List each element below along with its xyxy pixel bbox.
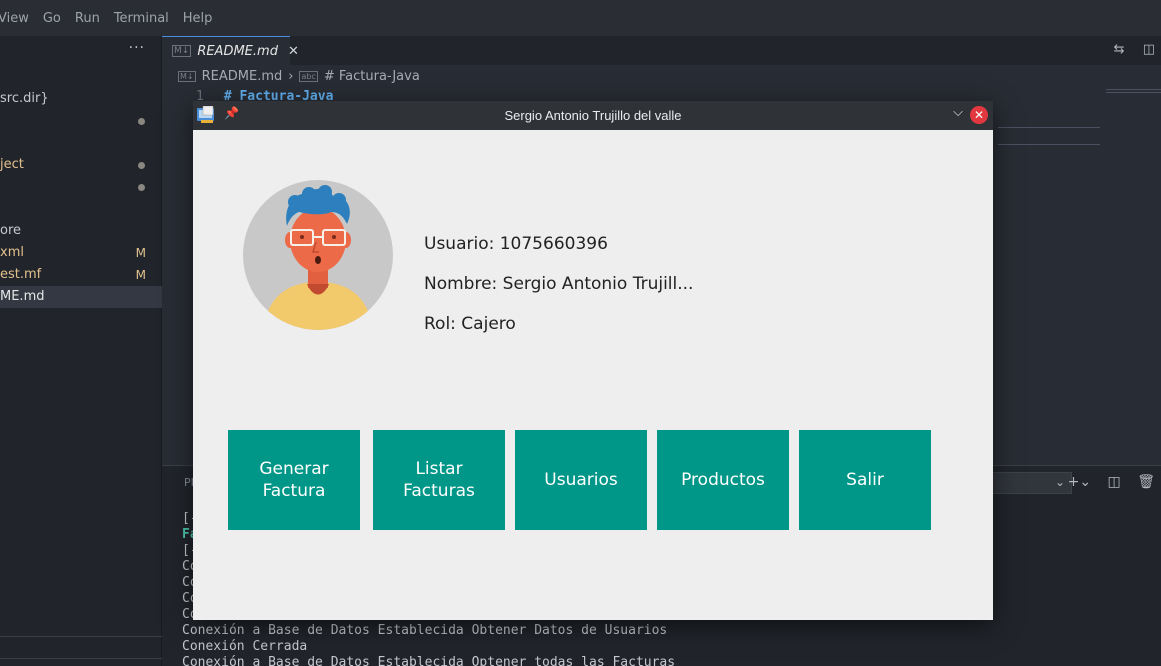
more-actions-button[interactable]: ··· (129, 40, 145, 56)
explorer-item[interactable]: est.mf M (0, 264, 162, 286)
user-role-label: Rol: Cajero (424, 314, 516, 334)
editor-tab-bar: M↓ README.md ✕ ⇆ ◫ (162, 36, 1161, 65)
split-editor-icon[interactable]: ◫ (1143, 42, 1155, 57)
sidebar-divider (0, 658, 162, 659)
breadcrumb-separator: › (288, 69, 294, 84)
explorer-item[interactable]: ject (0, 154, 162, 176)
explorer-item[interactable]: ME.md (0, 286, 162, 308)
modified-dot-icon (138, 162, 145, 169)
new-terminal-icon[interactable]: +⌄ (1068, 474, 1091, 490)
usuarios-button[interactable]: Usuarios (515, 430, 647, 530)
menu-run[interactable]: Run (75, 11, 100, 26)
close-icon[interactable]: ✕ (970, 106, 988, 124)
salir-button[interactable]: Salir (799, 430, 931, 530)
open-changes-icon[interactable]: ⇆ (1114, 42, 1125, 57)
tab-close-icon[interactable]: ✕ (288, 44, 299, 59)
dialog-title: Sergio Antonio Trujillo del valle (504, 108, 682, 123)
explorer-item-label: ject (0, 157, 24, 172)
panel-actions: +⌄ ◫ 🗑 (1056, 474, 1155, 490)
terminal-line: Conexión a Base de Datos Establecida Opt… (182, 655, 676, 666)
split-terminal-icon[interactable]: ◫ (1108, 474, 1121, 490)
user-dialog: 📌 Sergio Antonio Trujillo del valle ⌵ ✕ (193, 101, 993, 620)
tab-readme[interactable]: M↓ README.md ✕ (162, 36, 299, 65)
tab-label: README.md (197, 43, 278, 59)
markdown-file-icon: M↓ (178, 71, 196, 82)
minimap-line (1106, 89, 1161, 90)
explorer-item-label: src.dir} (0, 91, 49, 106)
minimap-line (998, 127, 1100, 128)
chevron-down-icon[interactable]: ⌵ (953, 105, 963, 120)
breadcrumb-symbol[interactable]: # Factura-Java (324, 69, 420, 84)
explorer-sidebar: ··· src.dir} ject ore xml Mest.mf M ME.md (0, 36, 162, 666)
app-icon (197, 106, 214, 123)
menu-help[interactable]: Help (183, 11, 213, 26)
modified-dot-icon (138, 118, 145, 125)
breadcrumb-file[interactable]: README.md (202, 69, 283, 84)
explorer-item[interactable]: ore (0, 220, 162, 242)
modified-dot-icon (138, 184, 145, 191)
explorer-item-label: xml (0, 245, 24, 260)
explorer-item-label: ME.md (0, 289, 45, 304)
breadcrumb: M↓ README.md › abc # Factura-Java (178, 69, 420, 84)
listar-facturas-button[interactable]: Listar Facturas (373, 430, 505, 530)
menu-bar: View Go Run Terminal Help (0, 0, 1161, 36)
dialog-titlebar[interactable]: 📌 Sergio Antonio Trujillo del valle ⌵ ✕ (193, 101, 993, 130)
git-status-badge: M (135, 246, 146, 260)
explorer-item[interactable]: xml M (0, 242, 162, 264)
explorer-item[interactable] (0, 176, 162, 198)
minimap-line (1106, 92, 1161, 93)
trash-icon[interactable]: 🗑 (1137, 474, 1155, 490)
explorer-item[interactable] (0, 110, 162, 132)
markdown-file-icon: M↓ (172, 45, 192, 57)
symbol-string-icon: abc (299, 71, 318, 82)
explorer-item[interactable]: src.dir} (0, 88, 162, 110)
menu-terminal[interactable]: Terminal (114, 11, 169, 26)
productos-button[interactable]: Productos (657, 430, 789, 530)
editor-actions: ⇆ ◫ (1100, 42, 1155, 57)
sidebar-divider (0, 636, 162, 637)
pin-icon[interactable]: 📌 (224, 106, 239, 120)
user-name-label: Nombre: Sergio Antonio Trujill... (424, 274, 694, 294)
explorer-item-label: est.mf (0, 267, 42, 282)
menu-go[interactable]: Go (43, 11, 61, 26)
menu-view[interactable]: View (0, 11, 29, 26)
git-status-badge: M (135, 268, 146, 282)
user-id-label: Usuario: 1075660396 (424, 234, 608, 254)
terminal-line: Conexión a Base de Datos Establecida Obt… (182, 623, 668, 638)
explorer-item-label: ore (0, 223, 22, 238)
terminal-line: Conexión Cerrada (182, 639, 308, 654)
avatar (243, 180, 393, 330)
generar-factura-button[interactable]: Generar Factura (228, 430, 360, 530)
minimap-line (998, 144, 1100, 145)
